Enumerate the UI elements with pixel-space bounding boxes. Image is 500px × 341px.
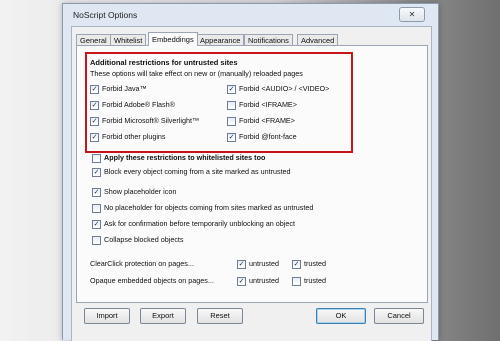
label-forbid-font-face: Forbid @font-face xyxy=(239,132,297,141)
reset-button[interactable]: Reset xyxy=(197,308,243,324)
checkbox-forbid-other-plugins[interactable]: ✓ xyxy=(90,133,99,142)
checkbox-forbid-font-face[interactable]: ✓ xyxy=(227,133,236,142)
label-no-placeholder-untrusted: No placeholder for objects coming from s… xyxy=(104,203,314,212)
checkbox-forbid-iframe[interactable] xyxy=(227,101,236,110)
checkbox-forbid-flash[interactable]: ✓ xyxy=(90,101,99,110)
label-forbid-frame: Forbid <FRAME> xyxy=(239,116,295,125)
label-forbid-iframe: Forbid <IFRAME> xyxy=(239,100,297,109)
label-forbid-other-plugins: Forbid other plugins xyxy=(102,132,166,141)
checkbox-opaque-untrusted[interactable]: ✓ xyxy=(237,277,246,286)
checkbox-opaque-trusted[interactable] xyxy=(292,277,301,286)
close-button[interactable]: ✕ xyxy=(399,7,425,22)
checkbox-clearclick-untrusted[interactable]: ✓ xyxy=(237,260,246,269)
embeddings-panel: Additional restrictions for untrusted si… xyxy=(76,45,428,303)
checkbox-forbid-silverlight[interactable]: ✓ xyxy=(90,117,99,126)
noscript-options-dialog: NoScript Options ✕ General Whitelist Emb… xyxy=(62,3,439,341)
restrictions-note: These options will take effect on new or… xyxy=(90,69,303,78)
tab-embeddings[interactable]: Embeddings xyxy=(148,32,198,46)
cancel-button[interactable]: Cancel xyxy=(374,308,424,324)
export-button[interactable]: Export xyxy=(140,308,186,324)
checkbox-ask-confirmation[interactable]: ✓ xyxy=(92,220,101,229)
window-title: NoScript Options xyxy=(73,10,138,20)
label-clearclick-trusted: trusted xyxy=(304,259,326,268)
checkbox-apply-to-whitelisted[interactable] xyxy=(92,154,101,163)
label-opaque-objects: Opaque embedded objects on pages... xyxy=(90,276,214,285)
label-block-untrusted-objects: Block every object coming from a site ma… xyxy=(104,167,291,176)
label-show-placeholder: Show placeholder icon xyxy=(104,187,177,196)
label-forbid-java: Forbid Java™ xyxy=(102,84,147,93)
label-forbid-flash: Forbid Adobe® Flash® xyxy=(102,100,175,109)
checkbox-collapse-blocked[interactable] xyxy=(92,236,101,245)
checkbox-clearclick-trusted[interactable]: ✓ xyxy=(292,260,301,269)
checkbox-forbid-audio-video[interactable]: ✓ xyxy=(227,85,236,94)
label-opaque-untrusted: untrusted xyxy=(249,276,279,285)
import-button[interactable]: Import xyxy=(84,308,130,324)
title-bar: NoScript Options ✕ xyxy=(63,4,438,26)
ok-button[interactable]: OK xyxy=(316,308,366,324)
label-collapse-blocked: Collapse blocked objects xyxy=(104,235,184,244)
label-opaque-trusted: trusted xyxy=(304,276,326,285)
checkbox-forbid-frame[interactable] xyxy=(227,117,236,126)
label-apply-to-whitelisted: Apply these restrictions to whitelisted … xyxy=(104,153,266,162)
label-ask-confirmation: Ask for confirmation before temporarily … xyxy=(104,219,295,228)
checkbox-block-untrusted-objects[interactable]: ✓ xyxy=(92,168,101,177)
checkbox-no-placeholder-untrusted[interactable] xyxy=(92,204,101,213)
restrictions-heading: Additional restrictions for untrusted si… xyxy=(90,58,238,67)
checkbox-forbid-java[interactable]: ✓ xyxy=(90,85,99,94)
checkbox-show-placeholder[interactable]: ✓ xyxy=(92,188,101,197)
label-clearclick-untrusted: untrusted xyxy=(249,259,279,268)
dialog-client-area: General Whitelist Embeddings Appearance … xyxy=(71,26,432,341)
label-clearclick: ClearClick protection on pages... xyxy=(90,259,194,268)
label-forbid-audio-video: Forbid <AUDIO> / <VIDEO> xyxy=(239,84,330,93)
label-forbid-silverlight: Forbid Microsoft® Silverlight™ xyxy=(102,116,200,125)
